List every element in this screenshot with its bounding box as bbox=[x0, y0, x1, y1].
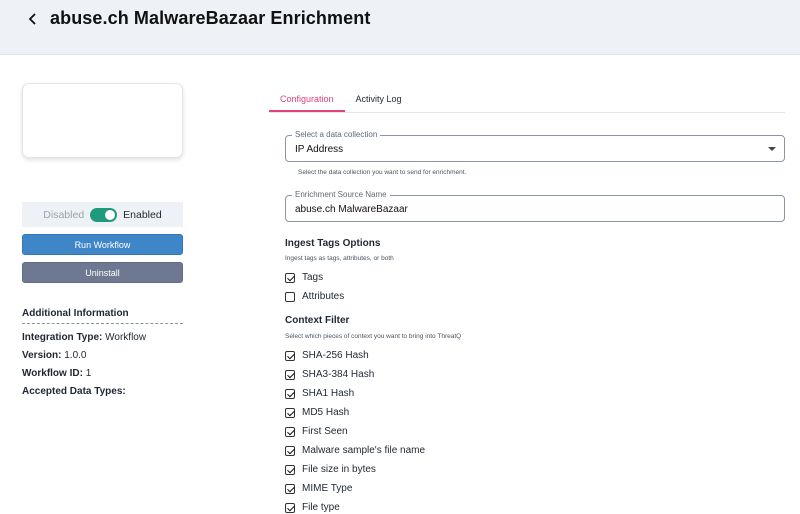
checkbox[interactable] bbox=[285, 388, 295, 399]
integration-logo-card bbox=[22, 83, 183, 158]
context-option[interactable]: Malware sample's file name bbox=[285, 441, 425, 460]
tab-bar: Configuration Activity Log bbox=[269, 88, 413, 112]
checkbox-label: MIME Type bbox=[302, 483, 353, 494]
page-title: abuse.ch MalwareBazaar Enrichment bbox=[50, 8, 371, 28]
context-options-list: SHA-256 Hash SHA3-384 Hash SHA1 Hash MD5… bbox=[285, 346, 425, 514]
source-name-input[interactable]: Enrichment Source Name abuse.ch MalwareB… bbox=[285, 190, 785, 222]
checkbox[interactable] bbox=[285, 483, 295, 494]
tab-divider bbox=[269, 112, 785, 113]
info-workflow-id: Workflow ID: 1 bbox=[22, 368, 92, 379]
info-version: Version: 1.0.0 bbox=[22, 350, 87, 361]
checkbox-label: First Seen bbox=[302, 426, 348, 437]
info-accepted-types: Accepted Data Types: bbox=[22, 386, 126, 397]
checkbox-label: File type bbox=[302, 502, 340, 513]
checkbox-label: File size in bytes bbox=[302, 464, 376, 475]
data-collection-value: IP Address bbox=[295, 144, 344, 155]
context-filter-hint: Select which pieces of context you want … bbox=[285, 333, 462, 340]
context-filter-title: Context Filter bbox=[285, 315, 350, 326]
toggle-on-label: Enabled bbox=[123, 208, 162, 221]
checkbox[interactable] bbox=[285, 407, 295, 418]
toggle-knob bbox=[105, 209, 116, 220]
source-name-value: abuse.ch MalwareBazaar bbox=[295, 204, 408, 215]
context-option[interactable]: MD5 Hash bbox=[285, 403, 425, 422]
info-integration-type: Integration Type: Workflow bbox=[22, 332, 147, 343]
ingest-tags-title: Ingest Tags Options bbox=[285, 238, 381, 249]
checkbox[interactable] bbox=[285, 502, 295, 513]
checkbox[interactable] bbox=[285, 291, 295, 302]
checkbox[interactable] bbox=[285, 426, 295, 437]
context-option[interactable]: MIME Type bbox=[285, 479, 425, 498]
ingest-tags-hint: Ingest tags as tags, attributes, or both bbox=[285, 255, 394, 262]
context-option[interactable]: SHA-256 Hash bbox=[285, 346, 425, 365]
checkbox[interactable] bbox=[285, 445, 295, 456]
page-header: abuse.ch MalwareBazaar Enrichment bbox=[0, 0, 800, 55]
checkbox-label: Attributes bbox=[302, 291, 345, 302]
ingest-options-list: Tags Attributes bbox=[285, 268, 344, 306]
tab-activity-log[interactable]: Activity Log bbox=[345, 88, 413, 112]
checkbox[interactable] bbox=[285, 272, 295, 283]
context-option[interactable]: SHA3-384 Hash bbox=[285, 365, 425, 384]
chevron-left-icon[interactable] bbox=[26, 12, 40, 26]
context-option[interactable]: SHA1 Hash bbox=[285, 384, 425, 403]
uninstall-button[interactable]: Uninstall bbox=[22, 262, 183, 283]
caret-down-icon[interactable] bbox=[768, 147, 776, 151]
context-option[interactable]: File size in bytes bbox=[285, 460, 425, 479]
data-collection-select[interactable]: Select a data collection IP Address bbox=[285, 130, 785, 162]
tab-configuration[interactable]: Configuration bbox=[269, 88, 345, 112]
checkbox-label: SHA-256 Hash bbox=[302, 350, 369, 361]
checkbox-label: SHA3-384 Hash bbox=[302, 369, 375, 380]
info-title: Additional Information bbox=[22, 308, 183, 324]
data-collection-legend: Select a data collection bbox=[292, 130, 381, 140]
run-workflow-button[interactable]: Run Workflow bbox=[22, 234, 183, 255]
enable-toggle-switch[interactable] bbox=[90, 207, 118, 222]
data-collection-hint: Select the data collection you want to s… bbox=[298, 169, 467, 176]
context-option[interactable]: First Seen bbox=[285, 422, 425, 441]
additional-information: Additional Information Integration Type:… bbox=[22, 308, 183, 401]
checkbox-label: MD5 Hash bbox=[302, 407, 350, 418]
checkbox-label: Tags bbox=[302, 272, 324, 283]
toggle-off-label: Disabled bbox=[43, 208, 85, 221]
ingest-option-attributes[interactable]: Attributes bbox=[285, 287, 344, 306]
checkbox-label: SHA1 Hash bbox=[302, 388, 355, 399]
checkbox[interactable] bbox=[285, 464, 295, 475]
source-name-legend: Enrichment Source Name bbox=[292, 190, 390, 200]
checkbox[interactable] bbox=[285, 369, 295, 380]
status-toggle-row: Disabled Enabled bbox=[22, 202, 183, 227]
checkbox-label: Malware sample's file name bbox=[302, 445, 426, 456]
ingest-option-tags[interactable]: Tags bbox=[285, 268, 344, 287]
checkbox[interactable] bbox=[285, 350, 295, 361]
context-option[interactable]: File type bbox=[285, 498, 425, 514]
